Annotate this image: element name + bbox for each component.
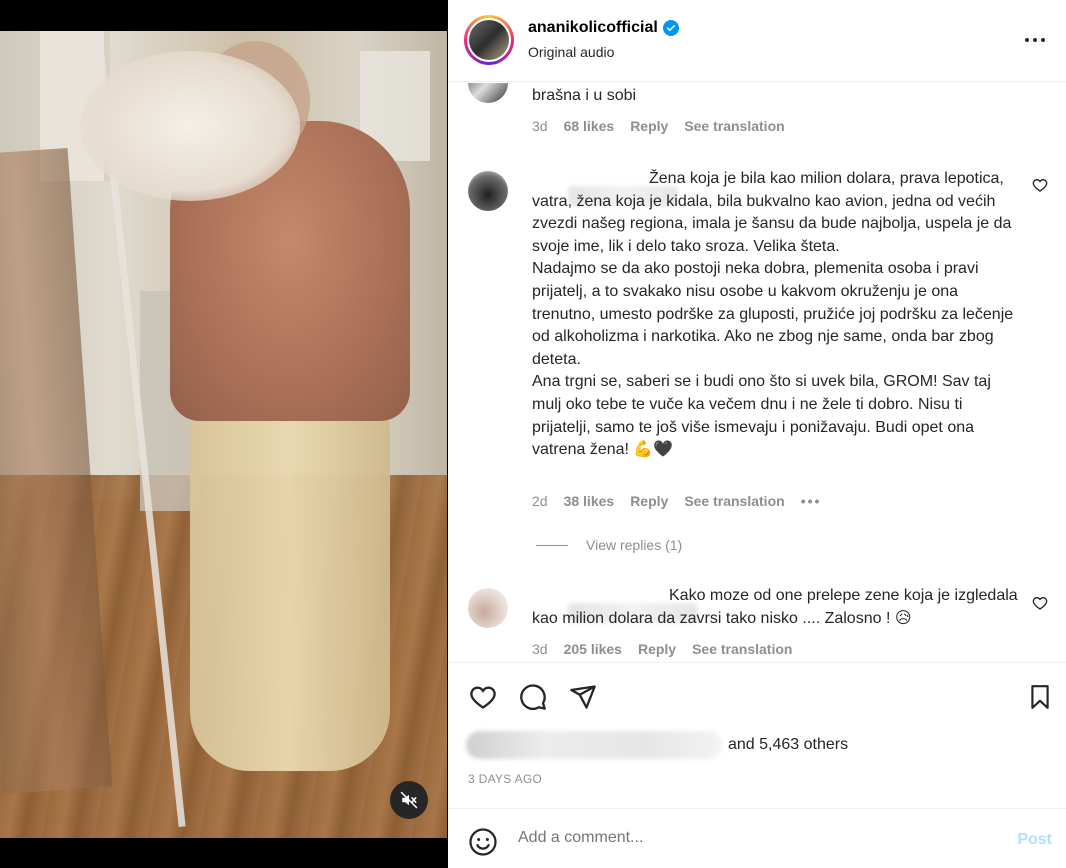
comment-like-icon[interactable] bbox=[1032, 595, 1048, 611]
see-translation-button[interactable]: See translation bbox=[684, 118, 784, 134]
commenter-avatar[interactable] bbox=[468, 588, 508, 628]
media-pane bbox=[0, 0, 448, 868]
heart-icon bbox=[470, 686, 496, 709]
comment-like-icon[interactable] bbox=[1032, 177, 1048, 193]
comment-likes[interactable]: 68 likes bbox=[564, 118, 615, 134]
comments-list[interactable]: brašna i u sobi 3d 68 likes Reply See tr… bbox=[448, 83, 1066, 661]
action-bar bbox=[448, 662, 1066, 732]
comment-composer: Post bbox=[448, 808, 1066, 868]
verified-badge-icon bbox=[662, 20, 679, 36]
comment-likes[interactable]: 205 likes bbox=[564, 641, 622, 657]
author-username[interactable]: ananikolicofficial bbox=[528, 19, 658, 37]
liked-by-avatars bbox=[466, 731, 722, 759]
comment-time: 3d bbox=[532, 118, 548, 134]
comment-likes[interactable]: 38 likes bbox=[564, 493, 615, 509]
post-date: 3 DAYS AGO bbox=[468, 772, 543, 786]
comment-text: brašna i u sobi bbox=[532, 87, 637, 104]
share-icon bbox=[570, 685, 596, 709]
post-comment-button[interactable]: Post bbox=[1017, 831, 1052, 849]
comment-icon bbox=[520, 684, 546, 711]
likes-count[interactable]: and 5,463 others bbox=[728, 736, 848, 754]
comment-text: Žena koja je bila kao milion dolara, pra… bbox=[532, 170, 1014, 459]
comment-item: Kako moze od one prelepe zene koja je iz… bbox=[468, 580, 1048, 661]
more-icon bbox=[1025, 38, 1029, 42]
see-translation-button[interactable]: See translation bbox=[684, 493, 784, 509]
comment-time: 2d bbox=[532, 493, 548, 509]
video-player[interactable] bbox=[0, 31, 447, 838]
audio-label[interactable]: Original audio bbox=[528, 44, 614, 60]
bookmark-icon bbox=[1031, 685, 1049, 709]
comment-item: brašna i u sobi 3d 68 likes Reply See tr… bbox=[468, 83, 1048, 143]
see-translation-button[interactable]: See translation bbox=[692, 641, 792, 657]
reply-button[interactable]: Reply bbox=[638, 641, 676, 657]
reply-button[interactable]: Reply bbox=[630, 493, 668, 509]
comment-time: 3d bbox=[532, 641, 548, 657]
like-button[interactable] bbox=[468, 682, 498, 712]
commenter-avatar[interactable] bbox=[468, 83, 508, 103]
comment-input[interactable] bbox=[518, 829, 978, 847]
author-avatar[interactable] bbox=[464, 15, 514, 65]
view-replies-button[interactable]: View replies (1) bbox=[536, 537, 682, 553]
commenter-avatar[interactable] bbox=[468, 171, 508, 211]
likes-summary[interactable]: and 5,463 others bbox=[466, 730, 848, 760]
reply-button[interactable]: Reply bbox=[630, 118, 668, 134]
emoji-icon[interactable] bbox=[468, 827, 498, 857]
muted-speaker-icon bbox=[400, 791, 418, 809]
mute-toggle-button[interactable] bbox=[390, 781, 428, 819]
more-options-button[interactable] bbox=[1020, 30, 1050, 50]
post-panel: ananikolicofficial Original audio brašna… bbox=[448, 0, 1066, 868]
post-header: ananikolicofficial Original audio bbox=[448, 0, 1066, 82]
comment-text: Kako moze od one prelepe zene koja je iz… bbox=[532, 587, 1023, 627]
comment-item: Žena koja je bila kao milion dolara, pra… bbox=[468, 163, 1048, 563]
comment-button[interactable] bbox=[518, 682, 548, 712]
save-button[interactable] bbox=[1025, 682, 1055, 712]
share-button[interactable] bbox=[568, 682, 598, 712]
comment-options-button[interactable]: ••• bbox=[801, 493, 822, 509]
